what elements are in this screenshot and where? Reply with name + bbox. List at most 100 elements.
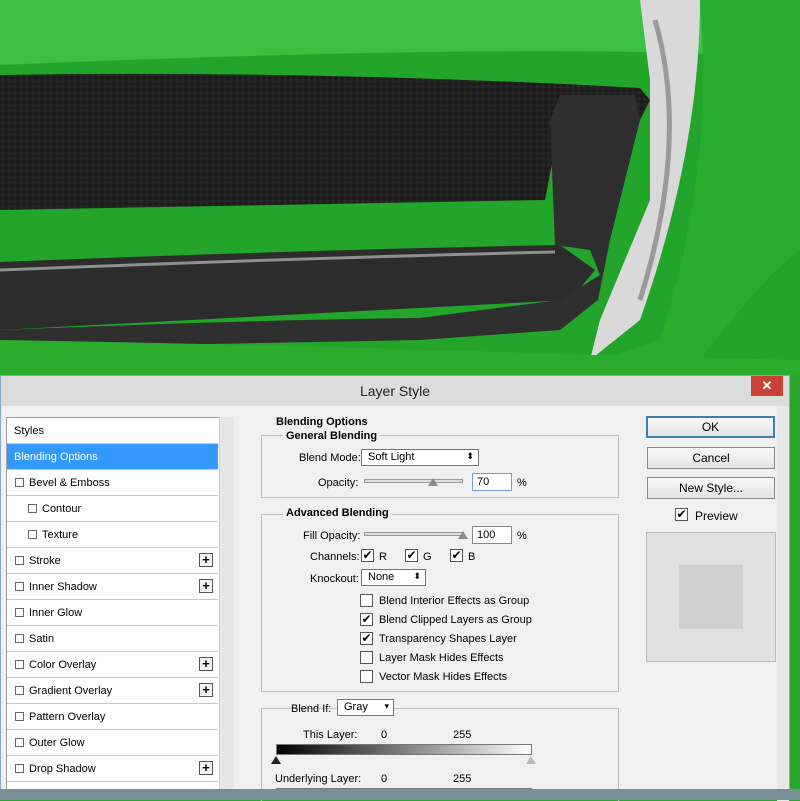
close-button[interactable]: ✕ (751, 376, 783, 396)
blend-mode-value: Soft Light (368, 451, 415, 463)
advanced-option-checkbox[interactable] (360, 670, 373, 683)
styles-list-label: Stroke (29, 555, 61, 567)
styles-list-checkbox[interactable] (28, 504, 37, 513)
advanced-blending-title: Advanced Blending (283, 507, 392, 519)
styles-list-scrollbar[interactable] (219, 417, 234, 797)
fill-opacity-percent: % (517, 530, 527, 542)
fill-opacity-slider[interactable] (364, 532, 463, 536)
styles-list-label: Drop Shadow (29, 763, 96, 775)
channel-r-label: R (379, 551, 387, 563)
preview-checkbox[interactable]: ✔ (675, 508, 688, 521)
styles-list-checkbox[interactable] (15, 764, 24, 773)
styles-list-item[interactable]: Gradient Overlay + (7, 678, 218, 704)
styles-list-item[interactable]: Inner Shadow + (7, 574, 218, 600)
updown-arrow-icon: ⬍ (413, 571, 421, 581)
this-layer-gradient (276, 744, 532, 755)
advanced-option-label: Layer Mask Hides Effects (379, 652, 504, 664)
knockout-select[interactable]: None ⬍ (361, 569, 426, 586)
channel-b-label: B (468, 551, 476, 563)
add-effect-plus-icon[interactable]: + (199, 579, 213, 593)
styles-list-label: Satin (29, 633, 55, 645)
blend-mode-label: Blend Mode: (299, 452, 361, 464)
window-scrollbar[interactable] (777, 406, 789, 801)
styles-list-label: Outer Glow (29, 737, 85, 749)
styles-list-label: Inner Glow (29, 607, 83, 619)
styles-list-checkbox[interactable] (15, 738, 24, 747)
opacity-percent: % (517, 477, 527, 489)
styles-list-item[interactable]: Styles (7, 418, 218, 444)
this-layer-white-handle[interactable] (526, 756, 536, 764)
styles-list-label: Inner Shadow (29, 581, 97, 593)
cancel-button[interactable]: Cancel (647, 447, 775, 469)
styles-list-checkbox[interactable] (15, 582, 24, 591)
styles-list-checkbox[interactable] (15, 686, 24, 695)
advanced-option-checkbox[interactable]: ✔ (360, 632, 373, 645)
styles-list-item[interactable]: Outer Glow (7, 730, 218, 756)
opacity-label: Opacity: (318, 477, 359, 489)
dialog-title: Layer Style (359, 383, 431, 399)
styles-list-item[interactable]: Color Overlay + (7, 652, 218, 678)
advanced-option-label: Vector Mask Hides Effects (379, 671, 508, 683)
advanced-option-checkbox[interactable]: ✔ (360, 613, 373, 626)
blend-mode-select[interactable]: Soft Light ⬍ (361, 449, 479, 466)
channel-g-checkbox[interactable]: ✔ (405, 549, 418, 562)
styles-list-checkbox[interactable] (15, 634, 24, 643)
updown-arrow-icon: ⬍ (466, 451, 474, 461)
new-style-button[interactable]: New Style... (647, 477, 775, 499)
advanced-option-checkbox[interactable] (360, 594, 373, 607)
styles-list-item[interactable]: Texture (7, 522, 218, 548)
blend-if-value: Gray (344, 701, 368, 713)
underlying-layer-max: 255 (453, 773, 472, 785)
opacity-slider-thumb[interactable] (428, 478, 439, 486)
opacity-slider[interactable] (364, 479, 463, 483)
channels-label: Channels: (310, 551, 360, 563)
styles-list-label: Blending Options (14, 451, 98, 463)
styles-list-label: Contour (42, 503, 82, 515)
this-layer-black-handle[interactable] (271, 756, 281, 764)
preview-label: Preview (695, 509, 738, 523)
styles-list-item[interactable]: Stroke + (7, 548, 218, 574)
taskbar-strip (0, 789, 800, 800)
styles-list-checkbox[interactable] (28, 530, 37, 539)
add-effect-plus-icon[interactable]: + (199, 683, 213, 697)
advanced-option-label: Blend Interior Effects as Group (379, 595, 530, 607)
advanced-option-checkbox[interactable] (360, 651, 373, 664)
car-front-illustration (0, 0, 800, 375)
opacity-input[interactable]: 70 (472, 473, 512, 491)
styles-list-item[interactable]: Drop Shadow + (7, 756, 218, 782)
underlying-layer-label: Underlying Layer: (275, 773, 362, 785)
styles-list-item[interactable]: Blending Options (7, 444, 218, 470)
preview-swatch (679, 565, 743, 629)
styles-list-item[interactable]: Satin (7, 626, 218, 652)
channel-r-checkbox[interactable]: ✔ (361, 549, 374, 562)
knockout-value: None (368, 571, 395, 583)
styles-list-item[interactable]: Pattern Overlay (7, 704, 218, 730)
general-blending-group (261, 435, 619, 498)
fill-opacity-slider-thumb[interactable] (458, 531, 468, 539)
fill-opacity-input[interactable]: 100 (472, 526, 512, 544)
styles-list-checkbox[interactable] (15, 478, 24, 487)
style-preview (646, 532, 776, 662)
general-blending-title: General Blending (283, 430, 381, 442)
knockout-label: Knockout: (310, 573, 359, 585)
ok-button[interactable]: OK (646, 416, 775, 438)
styles-list-checkbox[interactable] (15, 660, 24, 669)
layer-style-dialog: Layer Style ✕ Styles Blending Options Beve… (0, 375, 790, 801)
styles-list-item[interactable]: Bevel & Emboss (7, 470, 218, 496)
styles-list-label: Gradient Overlay (29, 685, 113, 697)
styles-list-item[interactable]: Inner Glow (7, 600, 218, 626)
styles-list-label: Pattern Overlay (29, 711, 106, 723)
styles-list: Styles Blending Options Bevel & Emboss Cont… (6, 417, 221, 799)
advanced-option-label: Transparency Shapes Layer (379, 633, 517, 645)
add-effect-plus-icon[interactable]: + (199, 657, 213, 671)
channel-b-checkbox[interactable]: ✔ (450, 549, 463, 562)
styles-list-checkbox[interactable] (15, 608, 24, 617)
styles-list-label: Color Overlay (29, 659, 97, 671)
styles-list-checkbox[interactable] (15, 556, 24, 565)
add-effect-plus-icon[interactable]: + (199, 761, 213, 775)
blend-if-select[interactable]: Gray ▾ (337, 699, 394, 716)
styles-list-checkbox[interactable] (15, 712, 24, 721)
add-effect-plus-icon[interactable]: + (199, 553, 213, 567)
title-bar[interactable]: Layer Style ✕ (1, 376, 789, 406)
styles-list-item[interactable]: Contour (7, 496, 218, 522)
